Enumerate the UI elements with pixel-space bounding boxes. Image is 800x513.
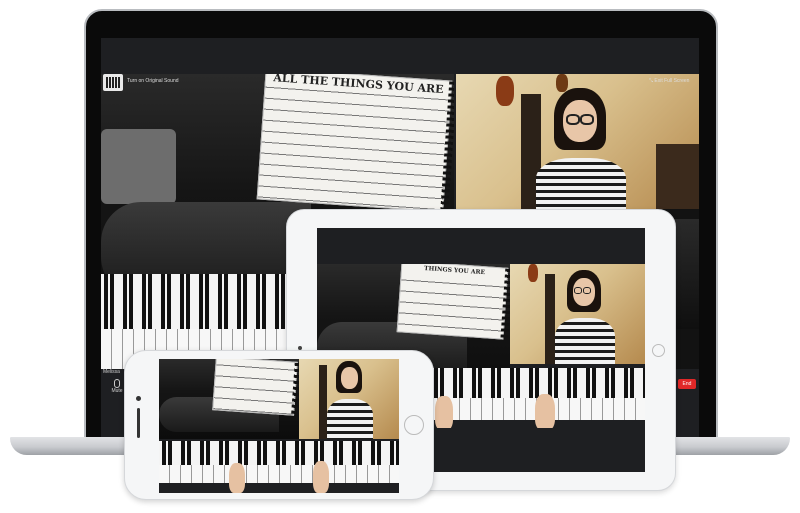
- mute-button[interactable]: Mute: [109, 379, 125, 397]
- original-sound-label[interactable]: Turn on Original Sound: [127, 78, 179, 84]
- exit-fullscreen-button[interactable]: ⤡ Exit Full Screen: [649, 78, 689, 84]
- video-tile-person: [456, 74, 699, 209]
- tablet-participant-video: [555, 270, 615, 364]
- phone-screen: [159, 359, 399, 493]
- dresser: [656, 144, 699, 209]
- phone-speaker: [137, 408, 140, 438]
- sheet-music: ALL THE THINGS YOU ARE: [256, 74, 454, 213]
- exit-fullscreen-label: Exit Full Screen: [654, 78, 690, 84]
- phone-camera: [136, 396, 141, 401]
- end-meeting-button[interactable]: End: [678, 379, 696, 389]
- microphone-icon: [114, 379, 120, 388]
- end-label: End: [682, 381, 692, 387]
- collapse-arrows-icon: ⤡: [649, 78, 654, 84]
- tablet-video-tile-person: [510, 264, 645, 364]
- phone-piano-keys: [159, 441, 399, 483]
- phone-sheet-music: [212, 359, 299, 416]
- participant-video: [536, 88, 626, 209]
- mic-with-music-icon: [106, 77, 120, 88]
- phone-video-tile-piano: [159, 359, 299, 439]
- speaker-cabinet: [101, 129, 176, 204]
- tablet-home-button[interactable]: [652, 344, 665, 357]
- tablet-sheet-music: THINGS YOU ARE: [396, 264, 510, 340]
- sheet-music-title: ALL THE THINGS YOU ARE: [265, 74, 452, 97]
- participant-name-label: Melissa: [103, 369, 120, 375]
- tablet-sheet-music-title: THINGS YOU ARE: [401, 264, 508, 278]
- phone-video-tile-person: [299, 359, 399, 439]
- original-sound-button[interactable]: [103, 74, 123, 91]
- phone-participant-video: [327, 361, 373, 439]
- violin-decoration: [496, 76, 514, 106]
- mute-label: Mute: [111, 388, 123, 394]
- phone-home-button[interactable]: [404, 415, 424, 435]
